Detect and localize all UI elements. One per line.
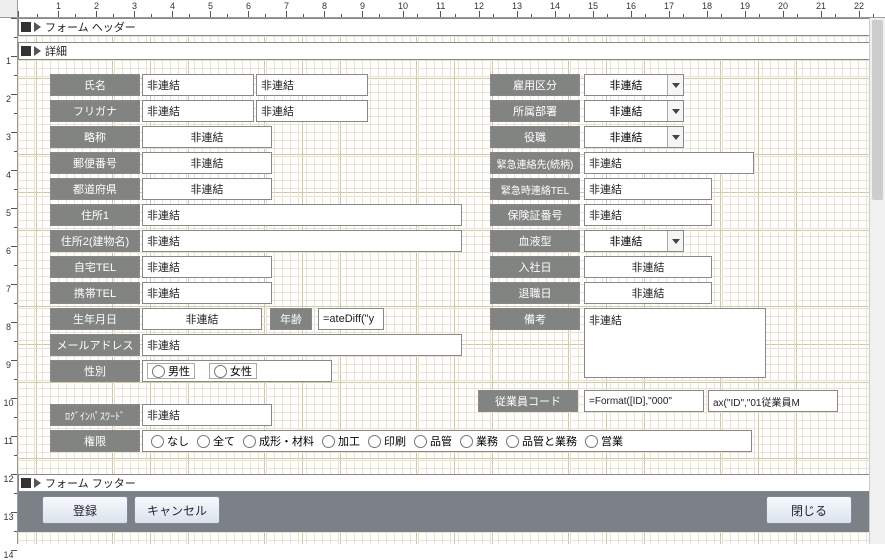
form-header-area[interactable] xyxy=(18,36,885,42)
label-addr2: 住所2(建物名) xyxy=(50,230,140,252)
chevron-down-icon[interactable] xyxy=(667,101,683,121)
selector-square[interactable] xyxy=(21,22,31,32)
register-button[interactable]: 登録 xyxy=(42,496,128,524)
field-note[interactable]: 非連結 xyxy=(584,308,766,378)
vertical-ruler: 1234567891011121314 xyxy=(0,18,18,544)
radio-female[interactable]: 女性 xyxy=(209,363,257,379)
radiogroup-sex[interactable]: 男性 女性 xyxy=(142,360,332,382)
form-footer-area[interactable]: 登録 キャンセル 閉じる xyxy=(18,492,885,532)
label-pref: 都道府県 xyxy=(50,178,140,200)
field-empCodeMax[interactable]: ax("ID","01従業員M xyxy=(708,390,838,412)
section-detail-bar[interactable]: 詳細 xyxy=(18,42,885,60)
chevron-down-icon[interactable] xyxy=(667,127,683,147)
radio-auth-3[interactable]: 加工 xyxy=(322,433,360,449)
label-abbr: 略称 xyxy=(50,126,140,148)
radio-auth-8[interactable]: 営業 xyxy=(585,433,623,449)
label-email: メールアドレス xyxy=(50,334,140,356)
label-addr1: 住所1 xyxy=(50,204,140,226)
trailing-area xyxy=(18,532,885,544)
label-note: 備考 xyxy=(490,308,580,330)
label-loginPw: ﾛｸﾞｲﾝﾊﾟｽﾜｰﾄﾞ xyxy=(50,404,140,426)
vertical-scrollbar[interactable] xyxy=(869,18,885,544)
section-footer-bar[interactable]: フォーム フッター xyxy=(18,474,885,492)
close-button[interactable]: 閉じる xyxy=(766,496,852,524)
expand-icon[interactable] xyxy=(34,46,41,56)
field-loginPw[interactable]: 非連結 xyxy=(142,404,272,426)
field-abbr[interactable]: 非連結 xyxy=(142,126,272,148)
label-emContact: 緊急連絡先(続柄) xyxy=(490,152,580,174)
field-age[interactable]: =ateDiff("y xyxy=(318,308,384,330)
label-insNo: 保険証番号 xyxy=(490,204,580,226)
radio-male[interactable]: 男性 xyxy=(147,363,195,379)
chevron-down-icon[interactable] xyxy=(667,75,683,95)
chevron-down-icon[interactable] xyxy=(667,231,683,251)
combo-blood[interactable]: 非連結 xyxy=(584,230,684,252)
combo-role[interactable]: 非連結 xyxy=(584,126,684,148)
radio-auth-4[interactable]: 印刷 xyxy=(368,433,406,449)
field-kana-last[interactable]: 非連結 xyxy=(142,100,254,122)
selector-square[interactable] xyxy=(21,46,31,56)
label-zip: 郵便番号 xyxy=(50,152,140,174)
field-insNo[interactable]: 非連結 xyxy=(584,204,712,226)
field-name-last[interactable]: 非連結 xyxy=(142,74,254,96)
field-name-first[interactable]: 非連結 xyxy=(256,74,368,96)
label-blood: 血液型 xyxy=(490,230,580,252)
expand-icon[interactable] xyxy=(34,478,41,488)
field-addr2[interactable]: 非連結 xyxy=(142,230,462,252)
field-empCodeFmt[interactable]: =Format([ID],"000" xyxy=(584,390,704,412)
combo-dept[interactable]: 非連結 xyxy=(584,100,684,122)
field-zip[interactable]: 非連結 xyxy=(142,152,272,174)
label-hireDate: 入社日 xyxy=(490,256,580,278)
label-auth: 権限 xyxy=(50,430,140,452)
field-emTel[interactable]: 非連結 xyxy=(584,178,712,200)
label-mobTel: 携帯TEL xyxy=(50,282,140,304)
radiogroup-auth[interactable]: なし全て成形・材料加工印刷品管業務品管と業務営業 xyxy=(142,430,752,452)
design-canvas: フォーム ヘッダー 詳細 氏名 フリガナ 略称 郵便番号 都道府県 住所1 住所… xyxy=(18,18,885,544)
expand-icon[interactable] xyxy=(34,22,41,32)
label-sex: 性別 xyxy=(50,360,140,382)
radio-auth-0[interactable]: なし xyxy=(151,433,189,449)
radio-auth-6[interactable]: 業務 xyxy=(460,433,498,449)
horizontal-ruler: 1234567891011121314151617181920212223 xyxy=(18,0,885,18)
field-pref[interactable]: 非連結 xyxy=(142,178,272,200)
field-homeTel[interactable]: 非連結 xyxy=(142,256,272,278)
label-homeTel: 自宅TEL xyxy=(50,256,140,278)
field-leaveDate[interactable]: 非連結 xyxy=(584,282,712,304)
radio-auth-1[interactable]: 全て xyxy=(197,433,235,449)
field-addr1[interactable]: 非連結 xyxy=(142,204,462,226)
label-empCode: 従業員コード xyxy=(478,390,578,412)
label-age: 年齢 xyxy=(270,308,312,330)
label-role: 役職 xyxy=(490,126,580,148)
selector-square[interactable] xyxy=(21,478,31,488)
field-mobTel[interactable]: 非連結 xyxy=(142,282,272,304)
label-emTel: 緊急時連絡TEL xyxy=(490,178,580,200)
scrollbar-thumb[interactable] xyxy=(872,20,883,200)
field-kana-first[interactable]: 非連結 xyxy=(256,100,368,122)
field-email[interactable]: 非連結 xyxy=(142,334,462,356)
form-detail-area[interactable]: 氏名 フリガナ 略称 郵便番号 都道府県 住所1 住所2(建物名) 自宅TEL … xyxy=(18,60,885,474)
combo-employType[interactable]: 非連結 xyxy=(584,74,684,96)
field-birth[interactable]: 非連結 xyxy=(142,308,262,330)
cancel-button[interactable]: キャンセル xyxy=(134,496,220,524)
label-leaveDate: 退職日 xyxy=(490,282,580,304)
radio-auth-5[interactable]: 品管 xyxy=(414,433,452,449)
label-birth: 生年月日 xyxy=(50,308,140,330)
section-header-bar[interactable]: フォーム ヘッダー xyxy=(18,18,885,36)
ruler-corner xyxy=(0,0,18,18)
label-name: 氏名 xyxy=(50,74,140,96)
radio-auth-2[interactable]: 成形・材料 xyxy=(243,433,314,449)
label-kana: フリガナ xyxy=(50,100,140,122)
label-dept: 所属部署 xyxy=(490,100,580,122)
field-hireDate[interactable]: 非連結 xyxy=(584,256,712,278)
section-title: 詳細 xyxy=(45,43,67,59)
section-title: フォーム フッター xyxy=(45,475,136,491)
radio-auth-7[interactable]: 品管と業務 xyxy=(506,433,577,449)
label-employType: 雇用区分 xyxy=(490,74,580,96)
field-emContact[interactable]: 非連結 xyxy=(584,152,754,174)
section-title: フォーム ヘッダー xyxy=(45,19,136,35)
